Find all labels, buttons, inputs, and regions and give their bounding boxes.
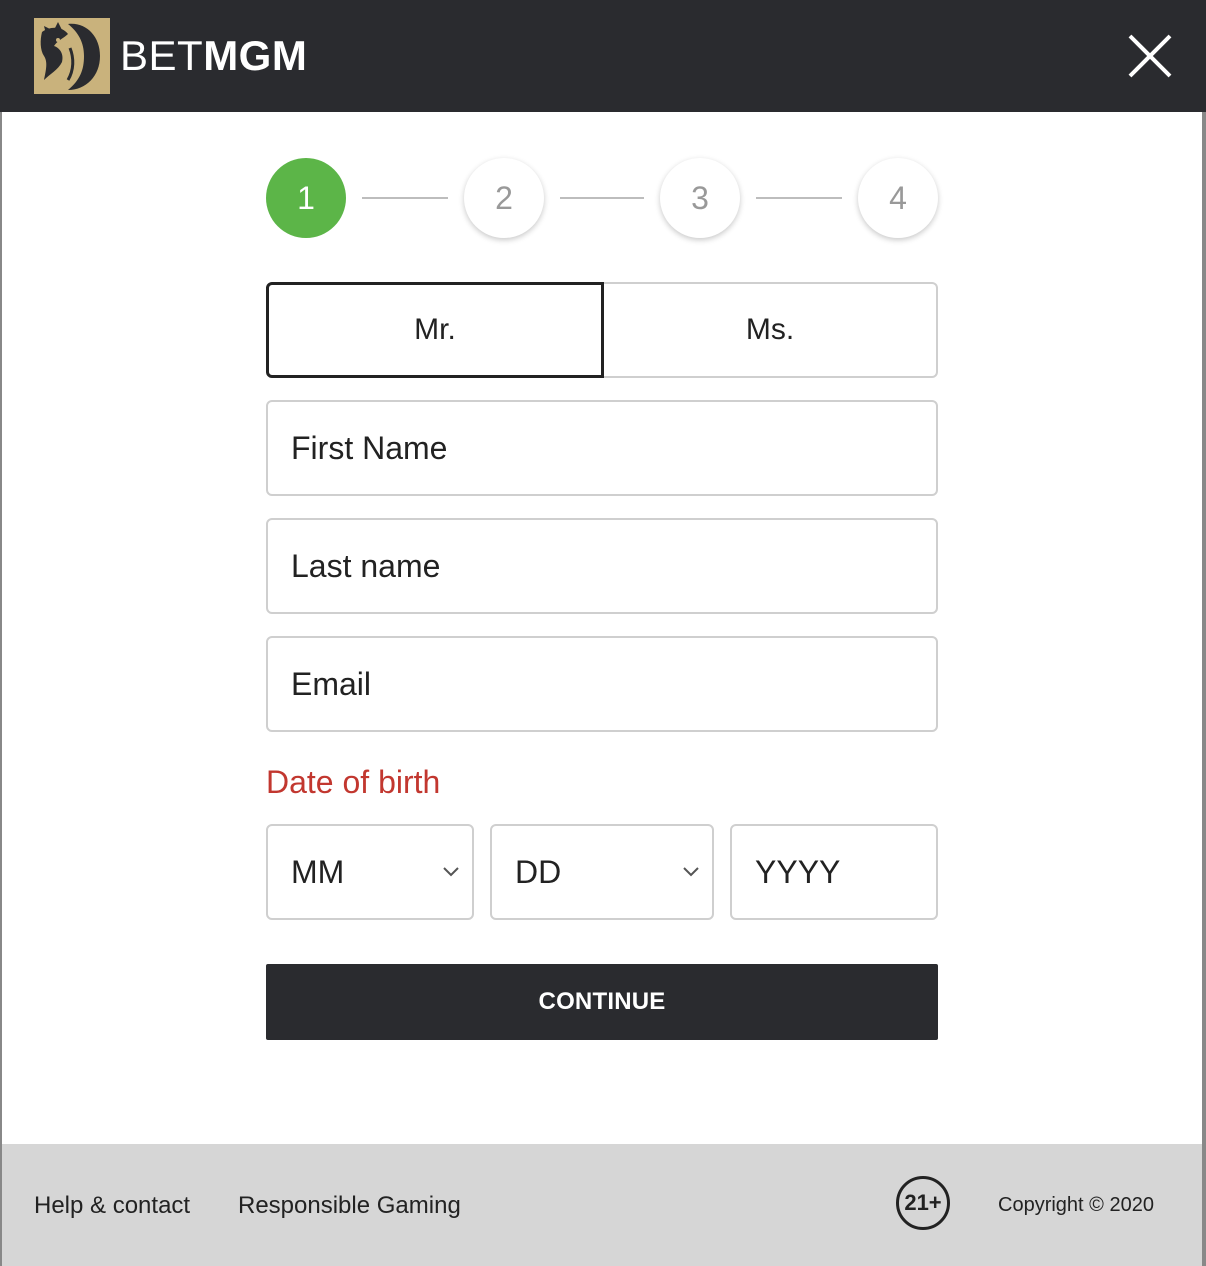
email-input[interactable] xyxy=(268,638,936,730)
brand-text-bet: BET xyxy=(120,32,204,79)
dob-day-select[interactable]: DD xyxy=(490,824,714,920)
chevron-down-icon xyxy=(443,867,459,877)
last-name-field-wrapper xyxy=(266,518,938,614)
close-icon[interactable] xyxy=(1124,30,1176,82)
progress-stepper: 1 2 3 4 xyxy=(266,158,938,238)
chevron-down-icon xyxy=(683,867,699,877)
salutation-toggle: Mr. Ms. xyxy=(266,282,938,378)
dob-day-value: DD xyxy=(515,853,562,890)
step-4: 4 xyxy=(858,158,938,238)
step-2: 2 xyxy=(464,158,544,238)
responsible-gaming-link[interactable]: Responsible Gaming xyxy=(238,1192,461,1220)
first-name-field-wrapper xyxy=(266,400,938,496)
step-connector xyxy=(362,197,448,199)
step-3: 3 xyxy=(660,158,740,238)
salutation-ms-button[interactable]: Ms. xyxy=(604,282,938,378)
continue-button[interactable]: CONTINUE xyxy=(266,964,938,1040)
step-1: 1 xyxy=(266,158,346,238)
last-name-input[interactable] xyxy=(268,520,936,612)
dob-year-input[interactable]: YYYY xyxy=(730,824,938,920)
email-field-wrapper xyxy=(266,636,938,732)
salutation-mr-button[interactable]: Mr. xyxy=(266,282,604,378)
dob-month-value: MM xyxy=(291,853,345,890)
lion-logo-icon xyxy=(34,18,110,94)
step-connector xyxy=(756,197,842,199)
brand-text-mgm: MGM xyxy=(203,32,308,79)
dob-year-value: YYYY xyxy=(755,853,841,890)
help-contact-link[interactable]: Help & contact xyxy=(34,1192,190,1220)
copyright-text: Copyright © 2020 xyxy=(998,1194,1154,1216)
first-name-input[interactable] xyxy=(268,402,936,494)
step-connector xyxy=(560,197,644,199)
dob-label: Date of birth xyxy=(266,764,441,800)
dob-month-select[interactable]: MM xyxy=(266,824,474,920)
age-21-badge-icon: 21+ xyxy=(896,1176,950,1230)
header-bar: BETMGM xyxy=(0,0,1206,112)
brand-logo-text: BETMGM xyxy=(120,34,307,78)
